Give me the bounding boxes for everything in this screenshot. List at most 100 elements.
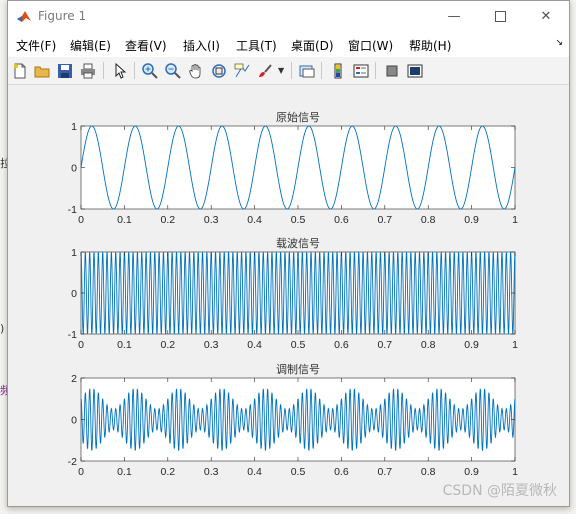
save-icon bbox=[58, 63, 72, 78]
toolbar-separator bbox=[134, 62, 135, 79]
maximize-icon bbox=[494, 11, 506, 22]
menu-tools[interactable]: 工具(T) bbox=[236, 37, 277, 54]
data-cursor-button[interactable] bbox=[232, 61, 252, 80]
rotate-3d-icon bbox=[212, 63, 226, 78]
y-tick-label: 1 bbox=[71, 121, 77, 133]
close-button[interactable]: ✕ bbox=[523, 1, 569, 32]
background-text: ) bbox=[0, 322, 5, 335]
menu-view[interactable]: 查看(V) bbox=[125, 37, 167, 54]
x-tick-label: 0 bbox=[78, 466, 84, 478]
legend-button[interactable] bbox=[351, 61, 371, 80]
toolbar-separator bbox=[375, 62, 376, 79]
menu-desktop[interactable]: 桌面(D) bbox=[291, 37, 334, 54]
x-tick-label: 0.7 bbox=[377, 466, 392, 478]
data-cursor-icon bbox=[234, 63, 250, 77]
link-plot-icon bbox=[299, 65, 315, 77]
brush-dropdown-icon[interactable]: ▼ bbox=[278, 66, 284, 75]
minimize-button[interactable]: — bbox=[431, 1, 477, 32]
y-tick-label: -2 bbox=[68, 456, 77, 468]
x-tick-label: 0.7 bbox=[377, 339, 392, 351]
close-icon: ✕ bbox=[540, 9, 552, 24]
new-figure-icon bbox=[14, 63, 26, 78]
legend-icon bbox=[353, 64, 369, 77]
watermark-text: CSDN @陌夏微秋 bbox=[442, 483, 557, 499]
pan-button[interactable] bbox=[186, 61, 206, 80]
print-button[interactable] bbox=[78, 61, 98, 80]
x-tick-label: 0.6 bbox=[334, 339, 349, 351]
x-tick-label: 0.1 bbox=[117, 339, 132, 351]
x-tick-label: 0.2 bbox=[160, 466, 175, 478]
show-plot-tools-button[interactable] bbox=[405, 61, 425, 80]
x-tick-label: 0.1 bbox=[117, 214, 132, 226]
x-tick-label: 0.5 bbox=[291, 466, 306, 478]
window-title: Figure 1 bbox=[38, 9, 87, 23]
chart-title: 载波信号 bbox=[276, 237, 320, 250]
x-tick-label: 0.7 bbox=[377, 214, 392, 226]
menu-window[interactable]: 窗口(W) bbox=[348, 37, 393, 54]
menu-edit[interactable]: 编辑(E) bbox=[70, 37, 111, 54]
x-tick-label: 0.3 bbox=[204, 339, 219, 351]
x-tick-label: 0.9 bbox=[464, 466, 479, 478]
x-tick-label: 0.3 bbox=[204, 214, 219, 226]
hide-plot-tools-button[interactable] bbox=[382, 61, 402, 80]
link-plot-button[interactable] bbox=[297, 61, 317, 80]
x-tick-label: 0.5 bbox=[291, 214, 306, 226]
x-tick-label: 0.2 bbox=[160, 339, 175, 351]
zoom-in-button[interactable] bbox=[140, 61, 160, 80]
axes-box bbox=[80, 377, 516, 462]
x-tick-label: 0.4 bbox=[247, 339, 262, 351]
x-tick-label: 0.3 bbox=[204, 466, 219, 478]
save-button[interactable] bbox=[55, 61, 75, 80]
y-tick-label: 2 bbox=[71, 373, 77, 385]
figure-window: Figure 1 — ✕ 文件(F) 编辑(E) 查看(V) 插入(I) 工具(… bbox=[7, 0, 570, 507]
y-tick-label: 0 bbox=[71, 415, 77, 427]
y-tick-label: 0 bbox=[71, 163, 77, 175]
x-tick-label: 0.6 bbox=[334, 214, 349, 226]
menu-insert[interactable]: 插入(I) bbox=[183, 37, 220, 54]
y-tick-label: -1 bbox=[68, 204, 77, 216]
plot-area: 原始信号 0 0.1 0.2 0.3 0.4 0.5 0.6 0.7 0.8 0.9 1 1 0 -1 载波信… bbox=[8, 85, 569, 506]
menu-bar: 文件(F) 编辑(E) 查看(V) 插入(I) 工具(T) 桌面(D) 窗口(W… bbox=[8, 32, 569, 57]
title-bar[interactable]: Figure 1 — ✕ bbox=[8, 1, 569, 32]
x-tick-label: 1 bbox=[512, 214, 518, 226]
toolbar-separator bbox=[291, 62, 292, 79]
toolbar-separator bbox=[103, 62, 104, 79]
x-tick-label: 0 bbox=[78, 214, 84, 226]
x-tick-label: 0.4 bbox=[247, 466, 262, 478]
zoom-in-icon bbox=[142, 62, 158, 79]
print-icon bbox=[81, 63, 95, 78]
zoom-out-button[interactable] bbox=[163, 61, 183, 80]
y-tick-label: -1 bbox=[68, 329, 77, 341]
x-tick-label: 0.4 bbox=[247, 214, 262, 226]
plots-canvas: 原始信号0 0.1 0.2 0.3 0.4 0.5 0.6 0.7 0.8 0.9 110-1载波信… bbox=[68, 110, 518, 478]
x-tick-label: 0.9 bbox=[464, 214, 479, 226]
pointer-icon bbox=[115, 62, 127, 79]
show-plot-tools-icon bbox=[407, 64, 423, 77]
zoom-out-icon bbox=[165, 62, 181, 79]
colorbar-icon bbox=[334, 63, 342, 78]
x-tick-label: 0 bbox=[78, 339, 84, 351]
y-tick-label: 1 bbox=[71, 247, 77, 259]
y-tick-label: 0 bbox=[71, 288, 77, 300]
brush-button[interactable] bbox=[255, 61, 275, 80]
pointer-button[interactable] bbox=[110, 61, 130, 80]
x-tick-label: 0.1 bbox=[117, 466, 132, 478]
x-tick-label: 0.8 bbox=[421, 214, 436, 226]
hide-plot-tools-icon bbox=[386, 65, 398, 76]
menu-file[interactable]: 文件(F) bbox=[16, 37, 56, 54]
menu-dock-arrow-icon[interactable]: ↘ bbox=[555, 38, 563, 48]
x-tick-label: 0.8 bbox=[421, 466, 436, 478]
toolbar: ▼ bbox=[8, 57, 569, 85]
x-tick-label: 1 bbox=[512, 466, 518, 478]
open-file-button[interactable] bbox=[32, 61, 52, 80]
axes-box bbox=[80, 251, 516, 335]
matlab-logo-icon bbox=[17, 11, 31, 22]
colorbar-button[interactable] bbox=[328, 61, 348, 80]
x-tick-label: 0.2 bbox=[160, 214, 175, 226]
menu-help[interactable]: 帮助(H) bbox=[409, 37, 451, 54]
rotate-3d-button[interactable] bbox=[209, 61, 229, 80]
x-tick-label: 1 bbox=[512, 339, 518, 351]
maximize-button[interactable] bbox=[477, 1, 523, 32]
new-figure-button[interactable] bbox=[10, 61, 30, 80]
toolbar-separator bbox=[321, 62, 322, 79]
